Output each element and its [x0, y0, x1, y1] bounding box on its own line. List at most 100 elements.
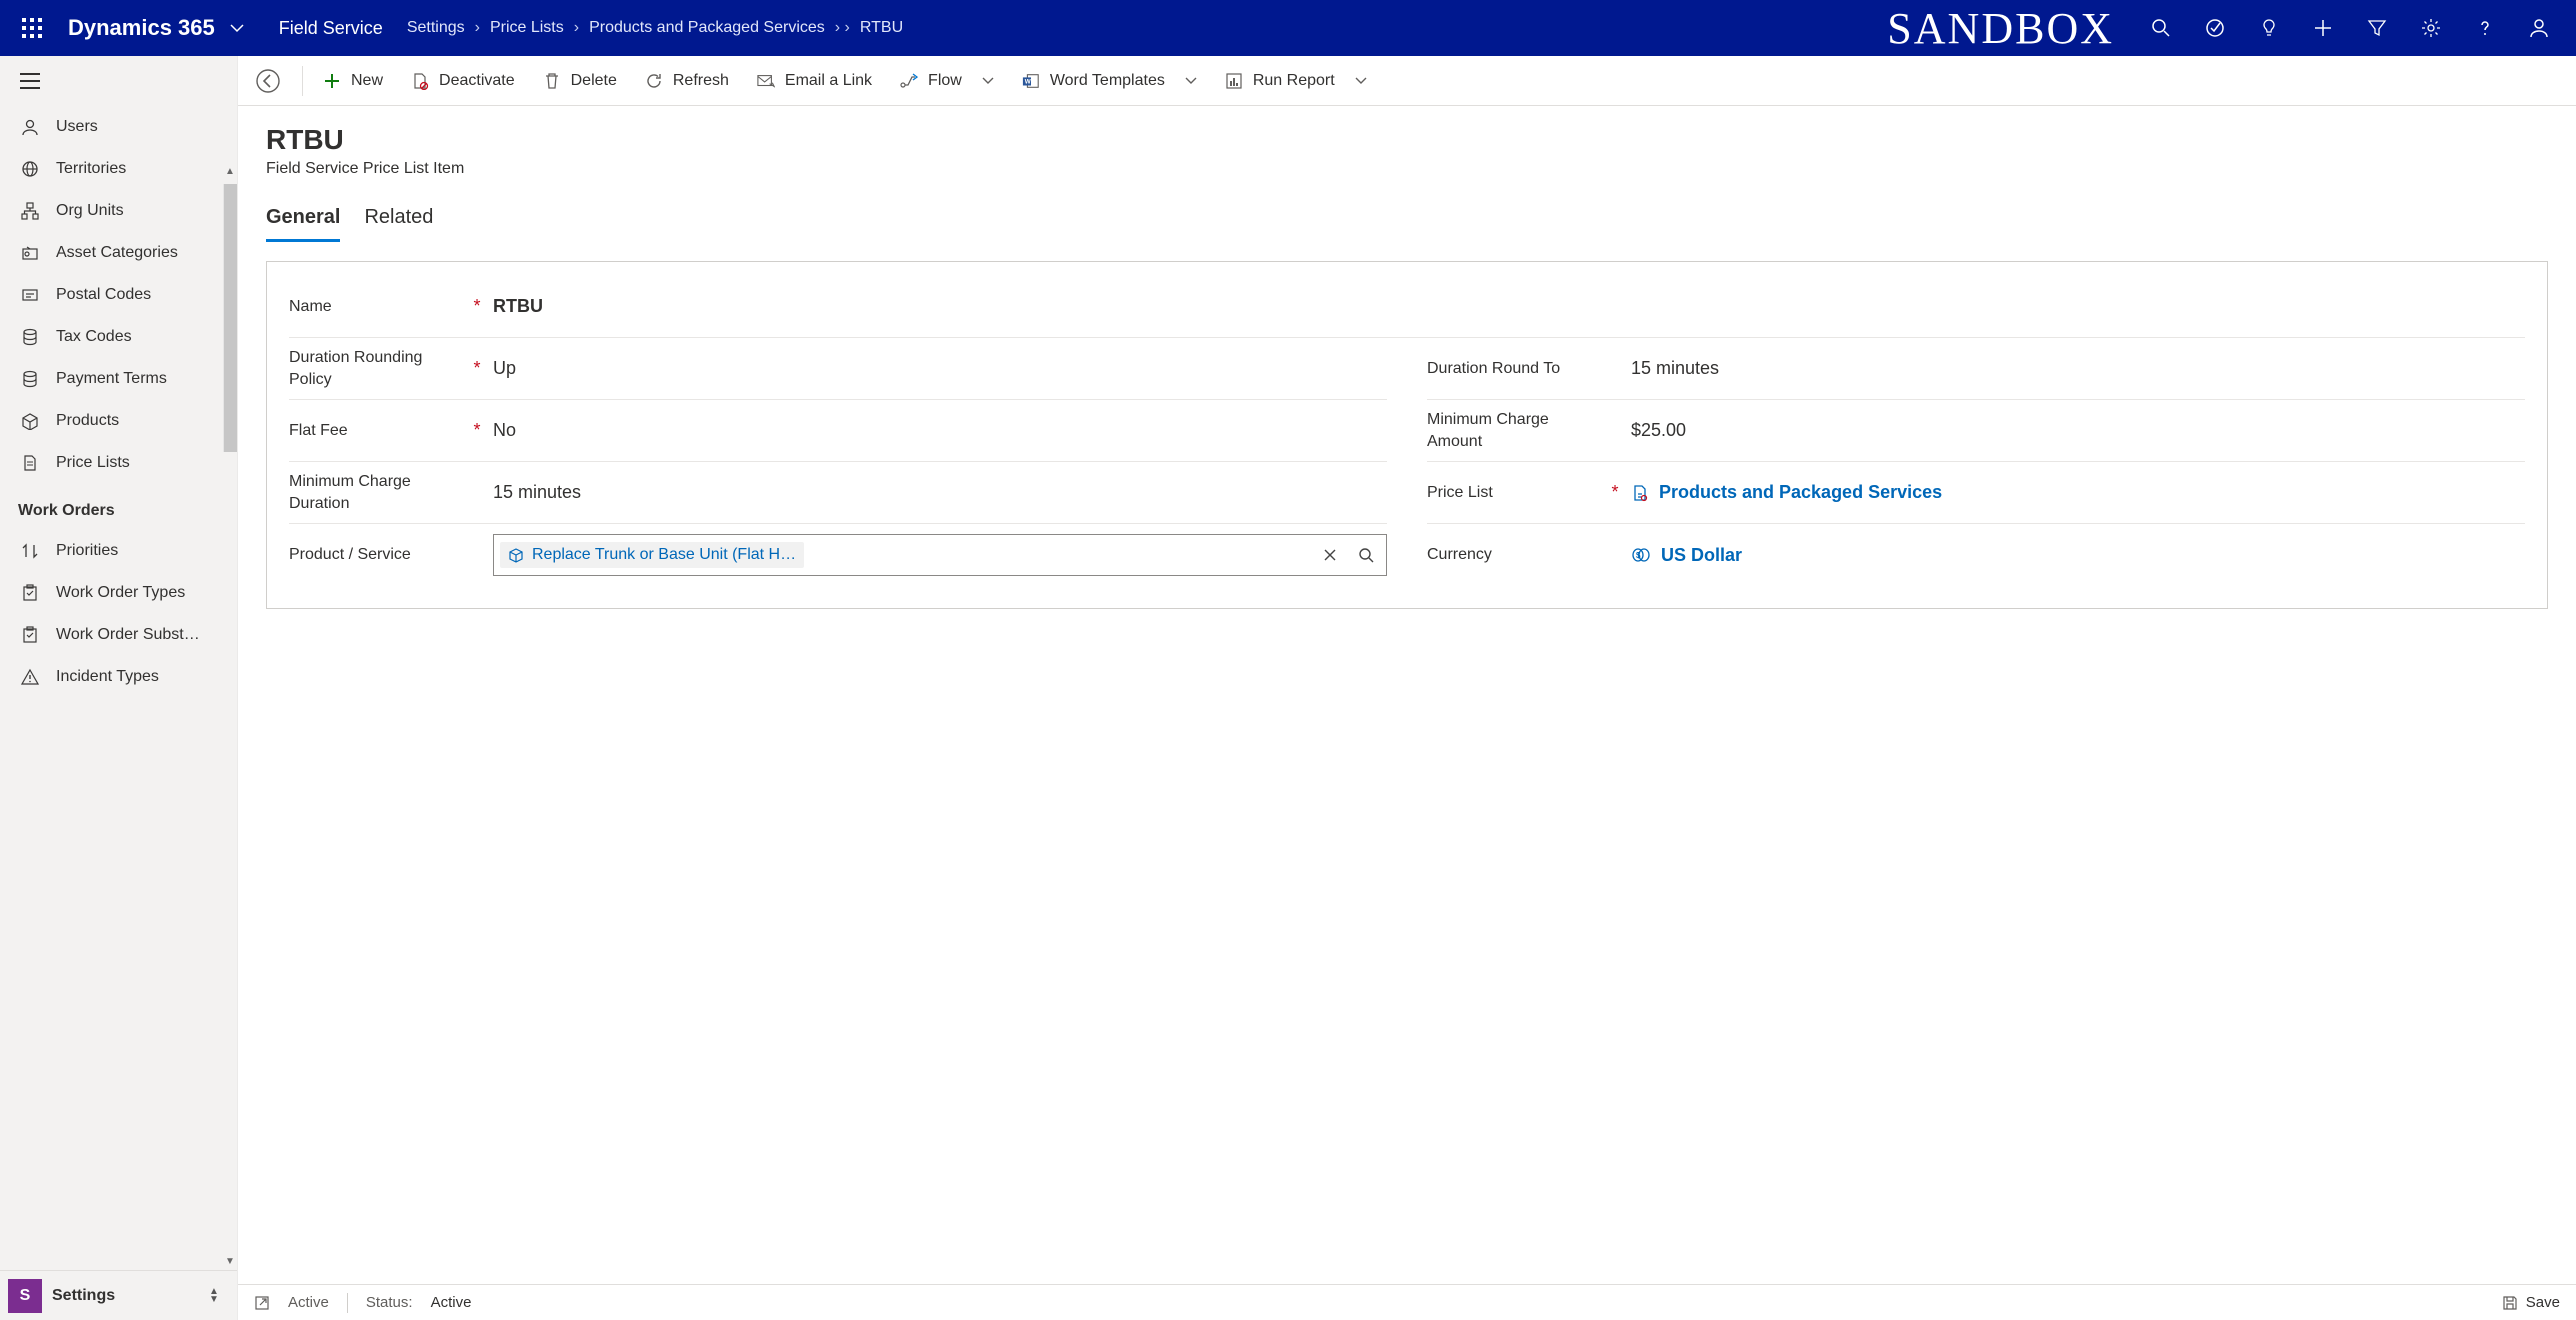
flow-button[interactable]: Flow — [886, 57, 1008, 105]
divider — [347, 1293, 348, 1313]
sidebar-item-label: Tax Codes — [56, 328, 132, 346]
cmd-label: Deactivate — [439, 72, 515, 90]
sidebar-item-label: Territories — [56, 160, 126, 178]
scroll-up-icon[interactable]: ▲ — [223, 164, 237, 178]
brand-label[interactable]: Dynamics 365 — [68, 15, 215, 41]
plus-icon — [323, 73, 341, 89]
refresh-button[interactable]: Refresh — [631, 57, 743, 105]
field-min-charge-amount[interactable]: Minimum Charge Amount $25.00 — [1427, 400, 2525, 462]
sidebar-item-label: Asset Categories — [56, 244, 178, 262]
clear-icon[interactable] — [1316, 548, 1344, 562]
user-profile-icon[interactable] — [2512, 0, 2566, 56]
product-service-lookup-input[interactable]: Replace Trunk or Base Unit (Flat H… — [493, 534, 1387, 576]
breadcrumb: Settings › Price Lists › Products and Pa… — [407, 19, 903, 37]
new-button[interactable]: New — [309, 57, 397, 105]
deactivate-button[interactable]: Deactivate — [397, 57, 529, 105]
currency-icon: $ — [1631, 546, 1651, 564]
svg-text:W: W — [1025, 78, 1031, 85]
tab-general[interactable]: General — [266, 206, 340, 242]
sidebar-item-users[interactable]: Users — [0, 106, 237, 148]
settings-gear-icon[interactable] — [2404, 0, 2458, 56]
field-flat-fee[interactable]: Flat Fee * No — [289, 400, 1387, 462]
field-value[interactable]: RTBU — [485, 296, 2525, 317]
field-value[interactable]: No — [485, 420, 1387, 441]
database-icon — [20, 370, 40, 388]
help-icon[interactable] — [2458, 0, 2512, 56]
chevron-right-icon: › › — [835, 19, 850, 37]
breadcrumb-settings[interactable]: Settings — [407, 19, 465, 37]
sidebar-item-tax-codes[interactable]: Tax Codes — [0, 316, 237, 358]
quick-create-icon[interactable] — [2296, 0, 2350, 56]
sidebar-item-wo-types[interactable]: Work Order Types — [0, 572, 237, 614]
task-flow-icon[interactable] — [2188, 0, 2242, 56]
sidebar-item-label: Work Order Subst… — [56, 626, 200, 644]
app-name-label[interactable]: Field Service — [279, 18, 383, 39]
search-icon[interactable] — [1352, 547, 1380, 563]
sidebar-item-wo-subst[interactable]: Work Order Subst… — [0, 614, 237, 656]
field-label: Price List — [1427, 482, 1607, 504]
cmd-label: Refresh — [673, 72, 729, 90]
app-launcher-icon[interactable] — [10, 6, 54, 50]
save-button[interactable]: Save — [2502, 1294, 2560, 1311]
field-value[interactable]: 15 minutes — [1623, 358, 2525, 379]
field-price-list[interactable]: Price List * Products and Packaged Servi… — [1427, 462, 2525, 524]
popout-icon[interactable] — [254, 1295, 270, 1311]
go-back-button[interactable] — [246, 59, 290, 103]
sidebar-item-territories[interactable]: Territories — [0, 148, 237, 190]
sidebar-item-label: Users — [56, 118, 98, 136]
breadcrumb-price-lists[interactable]: Price Lists — [490, 19, 564, 37]
assistant-icon[interactable] — [2242, 0, 2296, 56]
filter-icon[interactable] — [2350, 0, 2404, 56]
field-value[interactable]: Up — [485, 358, 1387, 379]
clipboard-icon — [20, 626, 40, 644]
svg-text:$: $ — [1636, 551, 1641, 560]
sidebar-item-payment-terms[interactable]: Payment Terms — [0, 358, 237, 400]
field-label: Duration Round To — [1427, 358, 1607, 380]
brand-chevron-icon[interactable] — [223, 21, 251, 35]
field-min-charge-duration[interactable]: Minimum Charge Duration 15 minutes — [289, 462, 1387, 524]
field-duration-round-to[interactable]: Duration Round To 15 minutes — [1427, 338, 2525, 400]
scroll-down-icon[interactable]: ▼ — [223, 1254, 237, 1268]
field-product-service[interactable]: Product / Service Replace Trunk or Base … — [289, 524, 1387, 586]
breadcrumb-products[interactable]: Products and Packaged Services — [589, 19, 825, 37]
cmd-label: Delete — [571, 72, 617, 90]
refresh-icon — [645, 72, 663, 90]
field-label: Flat Fee — [289, 420, 469, 442]
sidebar-item-postal-codes[interactable]: Postal Codes — [0, 274, 237, 316]
record-state: Active — [288, 1294, 329, 1311]
sidebar-item-label: Postal Codes — [56, 286, 151, 304]
field-value[interactable]: $25.00 — [1623, 420, 2525, 441]
site-map-panel: ▲ ▼ Users Territories Org Units Asset Ca… — [0, 56, 238, 1320]
word-templates-button[interactable]: WWord Templates — [1008, 57, 1211, 105]
sidebar-item-priorities[interactable]: Priorities — [0, 530, 237, 572]
field-currency[interactable]: Currency $ US Dollar — [1427, 524, 2525, 586]
sidebar-item-label: Incident Types — [56, 668, 159, 686]
search-icon[interactable] — [2134, 0, 2188, 56]
email-link-button[interactable]: Email a Link — [743, 57, 886, 105]
field-value-wrapper: Replace Trunk or Base Unit (Flat H… — [485, 534, 1387, 576]
area-switcher[interactable]: S Settings ▲▼ — [0, 1270, 237, 1320]
lookup-pill[interactable]: Replace Trunk or Base Unit (Flat H… — [500, 542, 804, 568]
sidebar-item-asset-categories[interactable]: Asset Categories — [0, 232, 237, 274]
trash-icon — [543, 72, 561, 90]
delete-button[interactable]: Delete — [529, 57, 631, 105]
lookup-value[interactable]: $ US Dollar — [1623, 545, 2525, 566]
box-icon — [508, 547, 524, 563]
field-label: Minimum Charge Duration — [289, 471, 469, 514]
sidebar-item-price-lists[interactable]: Price Lists — [0, 442, 237, 484]
sidebar-item-label: Products — [56, 412, 119, 430]
sitemap-toggle-icon[interactable] — [0, 56, 237, 106]
sidebar-item-org-units[interactable]: Org Units — [0, 190, 237, 232]
divider — [302, 66, 303, 96]
field-value[interactable]: 15 minutes — [485, 482, 1387, 503]
tab-related[interactable]: Related — [364, 206, 433, 242]
lookup-text: US Dollar — [1661, 545, 1742, 566]
lookup-value[interactable]: Products and Packaged Services — [1623, 482, 2525, 503]
chevron-down-icon — [1355, 75, 1367, 87]
field-duration-rounding-policy[interactable]: Duration Rounding Policy * Up — [289, 338, 1387, 400]
sidebar-item-incident-types[interactable]: Incident Types — [0, 656, 237, 698]
scrollbar-thumb[interactable] — [223, 184, 237, 452]
run-report-button[interactable]: Run Report — [1211, 57, 1381, 105]
field-name[interactable]: Name * RTBU — [289, 276, 2525, 338]
sidebar-item-products[interactable]: Products — [0, 400, 237, 442]
